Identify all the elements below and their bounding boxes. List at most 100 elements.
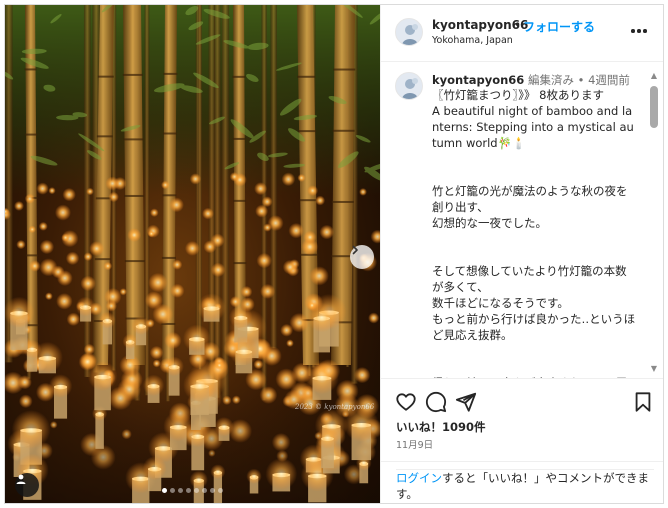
bookmark-icon xyxy=(635,392,651,412)
bamboo-node xyxy=(124,194,145,197)
login-prompt: ログインすると「いいね！」やコメントができます。 xyxy=(396,469,654,502)
lantern-glow xyxy=(359,188,367,196)
lantern-glow xyxy=(343,406,379,442)
carousel-next-button[interactable] xyxy=(350,245,374,269)
lantern-glow xyxy=(98,311,116,329)
bamboo-node xyxy=(161,256,176,259)
bamboo-node xyxy=(25,133,38,136)
lantern-glow xyxy=(87,361,118,391)
lantern-glow xyxy=(16,239,26,250)
lantern-glow xyxy=(149,345,164,360)
post-date[interactable]: 11月9日 xyxy=(396,437,433,451)
avatar[interactable] xyxy=(395,18,423,46)
lantern-glow xyxy=(105,176,120,191)
avatar-illustration-icon xyxy=(396,19,422,45)
bamboo-node xyxy=(233,199,247,202)
lantern-glow xyxy=(164,331,182,350)
lantern-glow xyxy=(254,182,268,196)
lantern-glow xyxy=(197,293,226,322)
lantern-glow xyxy=(303,230,317,244)
save-button[interactable] xyxy=(632,391,654,413)
lantern-glow xyxy=(210,262,226,278)
lantern-glow xyxy=(265,457,298,490)
post-actions: いいね！1090件 11月9日 ログインすると「いいね！」やコメントができます。 xyxy=(381,378,663,503)
lantern-glow xyxy=(315,195,326,206)
more-options-button[interactable] xyxy=(631,27,649,35)
lantern-glow xyxy=(142,456,167,481)
carousel-indicator xyxy=(5,488,380,493)
lantern-glow xyxy=(282,259,298,275)
lantern-glow xyxy=(122,333,138,349)
bamboo-node xyxy=(122,73,143,76)
post-dialog: 2023 © kyontapyon66 kyontapyon66 • フォローす… xyxy=(4,4,664,504)
lantern-glow xyxy=(119,288,127,296)
separator-dot: • xyxy=(514,18,522,32)
post-header: kyontapyon66 • フォローする Yokohama, Japan xyxy=(381,5,663,62)
tagged-users-button[interactable] xyxy=(15,473,39,497)
lantern-glow xyxy=(240,285,253,298)
post-location[interactable]: Yokohama, Japan xyxy=(432,35,513,46)
share-icon xyxy=(455,392,477,412)
lantern-glow xyxy=(169,197,184,213)
lantern-glow xyxy=(161,180,170,190)
scroll-up-arrow-icon[interactable]: ▲ xyxy=(650,72,658,80)
lantern-glow xyxy=(14,200,25,211)
bamboo-node xyxy=(333,68,356,71)
bamboo-node xyxy=(97,75,114,78)
lantern-glow xyxy=(62,187,76,202)
share-button[interactable] xyxy=(455,391,477,413)
comment-icon xyxy=(425,391,447,413)
like-count[interactable]: いいね！1090件 xyxy=(396,419,486,435)
chevron-right-icon xyxy=(352,245,358,255)
lantern-glow xyxy=(319,224,335,240)
bamboo-node xyxy=(233,262,247,265)
caption-username[interactable]: kyontapyon66 xyxy=(432,73,524,87)
lantern-glow xyxy=(210,464,226,480)
bamboo-node xyxy=(332,129,355,132)
lantern-glow xyxy=(214,416,234,437)
bamboo-node xyxy=(162,194,177,197)
caption-scrollbar[interactable]: ▲ ▼ xyxy=(647,62,661,378)
avatar[interactable] xyxy=(395,72,423,100)
bamboo-node xyxy=(331,200,354,203)
lantern-glow xyxy=(229,305,253,329)
lantern-glow xyxy=(142,374,165,397)
lantern-glow xyxy=(163,411,194,442)
bamboo-node xyxy=(24,68,37,71)
lantern-glow xyxy=(148,272,168,293)
carousel-dot xyxy=(178,488,183,493)
lantern-glow xyxy=(48,374,73,398)
bamboo-node xyxy=(124,260,145,263)
lantern-glow xyxy=(306,302,337,333)
lantern-glow xyxy=(309,266,329,286)
lantern-glow xyxy=(108,191,119,203)
carousel-dot xyxy=(186,488,191,493)
more-horizontal-icon xyxy=(637,29,641,33)
caption-text: 〖竹灯籠まつり〗》》 8枚あります A beautiful night of b… xyxy=(432,88,636,378)
like-button[interactable] xyxy=(395,391,417,413)
follow-button[interactable]: フォローする xyxy=(523,18,595,35)
lantern-glow xyxy=(182,324,211,353)
bamboo-node xyxy=(94,258,111,261)
lantern-glow xyxy=(24,193,36,204)
lantern-glow xyxy=(260,283,276,299)
divider xyxy=(381,461,663,462)
lantern-glow xyxy=(48,187,56,195)
lantern-glow xyxy=(45,292,53,301)
lantern-glow xyxy=(147,230,156,238)
lantern-glow xyxy=(305,360,339,395)
bamboo-node xyxy=(163,72,178,75)
comment-button[interactable] xyxy=(425,391,447,413)
post-photo[interactable]: 2023 © kyontapyon66 xyxy=(5,5,380,503)
lantern-glow xyxy=(29,260,41,272)
bamboo-node xyxy=(299,199,318,202)
bamboo-node xyxy=(297,75,316,78)
bamboo-node xyxy=(298,130,317,133)
lantern-glow xyxy=(316,426,339,450)
scroll-down-arrow-icon[interactable]: ▼ xyxy=(650,365,658,373)
login-link[interactable]: ログイン xyxy=(396,471,442,485)
lantern-glow xyxy=(65,251,80,266)
lantern-glow xyxy=(31,341,63,373)
lantern-glow xyxy=(189,470,208,489)
scrollbar-thumb[interactable] xyxy=(650,86,658,128)
